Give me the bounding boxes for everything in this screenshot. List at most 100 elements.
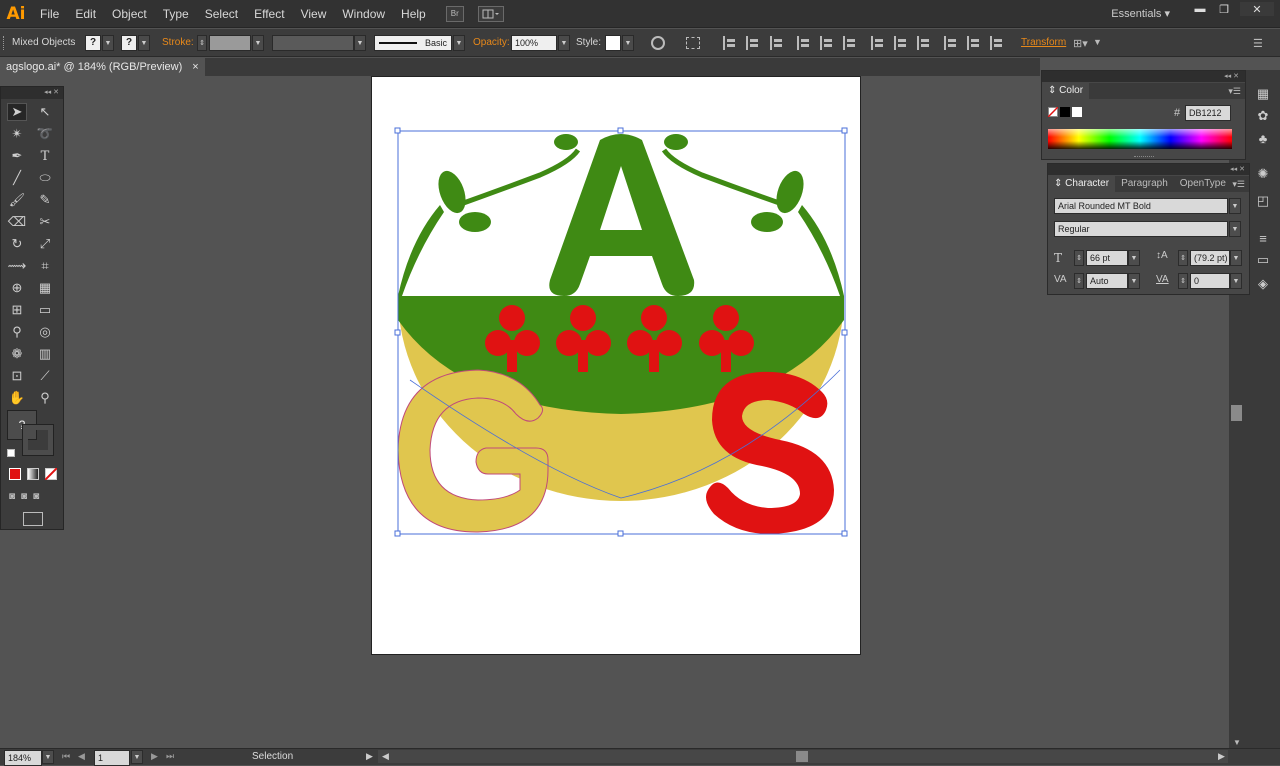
shape-builder-tool-icon[interactable]: ⊕ — [7, 279, 27, 297]
menu-view[interactable]: View — [293, 0, 335, 28]
stroke-weight-field[interactable] — [209, 35, 251, 51]
pen-tool-icon[interactable]: ✒ — [7, 147, 27, 165]
font-style-field[interactable]: Regular — [1054, 221, 1228, 237]
gradient-tool-icon[interactable]: ▭ — [35, 301, 55, 319]
left-leaf-arch[interactable] — [398, 205, 444, 296]
horizontal-scroll-thumb[interactable] — [796, 751, 808, 762]
direct-selection-tool-icon[interactable]: ↖ — [35, 103, 55, 121]
width-tool-icon[interactable]: ⟿ — [7, 257, 27, 275]
vertical-scroll-thumb[interactable] — [1231, 405, 1242, 421]
artboard-dropdown[interactable]: ▼ — [131, 750, 143, 764]
menu-select[interactable]: Select — [197, 0, 246, 28]
recolor-artwork-icon[interactable] — [651, 36, 665, 50]
bridge-button[interactable]: Br — [445, 5, 464, 22]
stroke-weight-stepper[interactable]: ⇕ — [197, 35, 207, 51]
screen-mode-icon[interactable] — [23, 512, 43, 526]
free-transform-tool-icon[interactable]: ⌗ — [35, 257, 55, 275]
kerning-field[interactable]: Auto — [1086, 273, 1128, 289]
zoom-field[interactable]: 184% — [4, 750, 42, 766]
ellipse-tool-icon[interactable]: ⬭ — [35, 169, 55, 187]
hand-tool-icon[interactable]: ✋ — [7, 389, 27, 407]
tab-character[interactable]: ⇕ Character — [1048, 176, 1116, 192]
arrange-documents-button[interactable] — [477, 5, 504, 22]
status-tool-label[interactable]: Selection — [252, 751, 293, 762]
menu-file[interactable]: File — [32, 0, 67, 28]
color-panel-menu-icon[interactable]: ▾☰ — [1228, 86, 1241, 97]
color-mode-icon[interactable] — [9, 468, 21, 480]
opacity-field[interactable]: 100% — [511, 35, 557, 51]
scroll-left-icon[interactable]: ◀ — [382, 751, 389, 762]
close-document-icon[interactable]: × — [192, 58, 198, 76]
menu-help[interactable]: Help — [393, 0, 434, 28]
close-window-button[interactable]: ✕ — [1240, 2, 1274, 16]
white-swatch[interactable] — [1072, 107, 1082, 117]
appearance-icon[interactable]: ◰ — [1254, 193, 1272, 209]
selection-tool-icon[interactable]: ➤ — [7, 103, 27, 121]
none-swatch-icon[interactable] — [1048, 107, 1058, 117]
fill-swatch[interactable]: ? — [85, 35, 101, 51]
kerning-stepper[interactable]: ⇕ — [1074, 273, 1084, 289]
workspace-switcher[interactable]: Essentials ▾ — [1111, 0, 1170, 28]
color-panel-resize-grip[interactable] — [1134, 156, 1154, 159]
character-panel-menu-icon[interactable]: ▾☰ — [1232, 179, 1245, 190]
distribute-vertical-center-icon[interactable] — [894, 36, 908, 50]
eyedropper-tool-icon[interactable]: ⚲ — [7, 323, 27, 341]
brush-definition[interactable]: Basic — [374, 35, 452, 51]
zoom-dropdown[interactable]: ▼ — [42, 750, 54, 764]
menu-type[interactable]: Type — [155, 0, 197, 28]
color-spectrum[interactable] — [1048, 129, 1232, 149]
graphic-style-swatch[interactable] — [605, 35, 621, 51]
minimize-button[interactable]: ▬ — [1188, 2, 1212, 16]
last-artboard-icon[interactable]: ⏭ — [166, 751, 174, 762]
left-leaf-3[interactable] — [554, 134, 578, 150]
column-graph-tool-icon[interactable]: ▥ — [35, 345, 55, 363]
mesh-tool-icon[interactable]: ⊞ — [7, 301, 27, 319]
pencil-tool-icon[interactable]: ✎ — [35, 191, 55, 209]
fill-dropdown[interactable]: ▼ — [102, 35, 114, 51]
drawing-modes[interactable]: ◙ ◙ ◙ — [9, 491, 57, 503]
kerning-dropdown[interactable]: ▼ — [1128, 273, 1140, 289]
next-artboard-icon[interactable]: ▶ — [151, 751, 158, 762]
tab-color[interactable]: ⇕ Color — [1042, 83, 1090, 99]
align-bottom-icon[interactable] — [843, 36, 857, 50]
paintbrush-tool-icon[interactable]: 🖌 — [7, 191, 27, 209]
tools-panel-header[interactable]: ◂◂ ✕ — [1, 87, 63, 99]
menu-edit[interactable]: Edit — [67, 0, 104, 28]
align-left-icon[interactable] — [723, 36, 737, 50]
right-vine[interactable] — [661, 148, 786, 208]
stroke-label[interactable]: Stroke: — [162, 29, 194, 57]
slice-tool-icon[interactable]: ⟋ — [35, 367, 55, 385]
isolate-icon[interactable]: ⊞▾ — [1073, 37, 1088, 50]
letter-g[interactable] — [397, 369, 549, 533]
gradient-mode-icon[interactable] — [27, 468, 39, 480]
draw-normal-icon[interactable]: ◙ — [9, 491, 15, 503]
tab-opentype[interactable]: OpenType — [1174, 176, 1232, 192]
scroll-right-icon[interactable]: ▶ — [1218, 751, 1225, 762]
align-vertical-center-icon[interactable] — [820, 36, 834, 50]
opacity-label[interactable]: Opacity: — [473, 29, 510, 57]
color-panel-header[interactable]: ◂◂ ✕ — [1042, 71, 1245, 82]
align-top-icon[interactable] — [797, 36, 811, 50]
line-tool-icon[interactable]: ╱ — [7, 169, 27, 187]
menu-window[interactable]: Window — [334, 0, 393, 28]
font-style-dropdown[interactable]: ▼ — [1229, 221, 1241, 237]
leading-field[interactable]: (79.2 pt) — [1190, 250, 1230, 266]
scissors-tool-icon[interactable]: ✂ — [35, 213, 55, 231]
symbol-sprayer-tool-icon[interactable]: ❁ — [7, 345, 27, 363]
align-to-icon[interactable] — [686, 37, 700, 49]
font-family-dropdown[interactable]: ▼ — [1229, 198, 1241, 214]
leading-dropdown[interactable]: ▼ — [1230, 250, 1242, 266]
tracking-stepper[interactable]: ⇕ — [1178, 273, 1188, 289]
font-family-field[interactable]: Arial Rounded MT Bold — [1054, 198, 1228, 214]
scroll-down-icon[interactable]: ▼ — [1233, 738, 1241, 747]
leading-stepper[interactable]: ⇕ — [1178, 250, 1188, 266]
zoom-tool-icon[interactable]: ⚲ — [35, 389, 55, 407]
stroke-swatch-large[interactable] — [22, 424, 54, 456]
style-dropdown[interactable]: ▼ — [622, 35, 634, 51]
distribute-bottom-icon[interactable] — [917, 36, 931, 50]
brush-dropdown[interactable]: ▼ — [453, 35, 465, 51]
stroke-swatch[interactable]: ? — [121, 35, 137, 51]
control-bar-menu-icon[interactable]: ☰ — [1253, 37, 1263, 50]
stroke-panel-icon[interactable]: ≡ — [1254, 230, 1272, 246]
stroke-weight-dropdown[interactable]: ▼ — [252, 35, 264, 51]
